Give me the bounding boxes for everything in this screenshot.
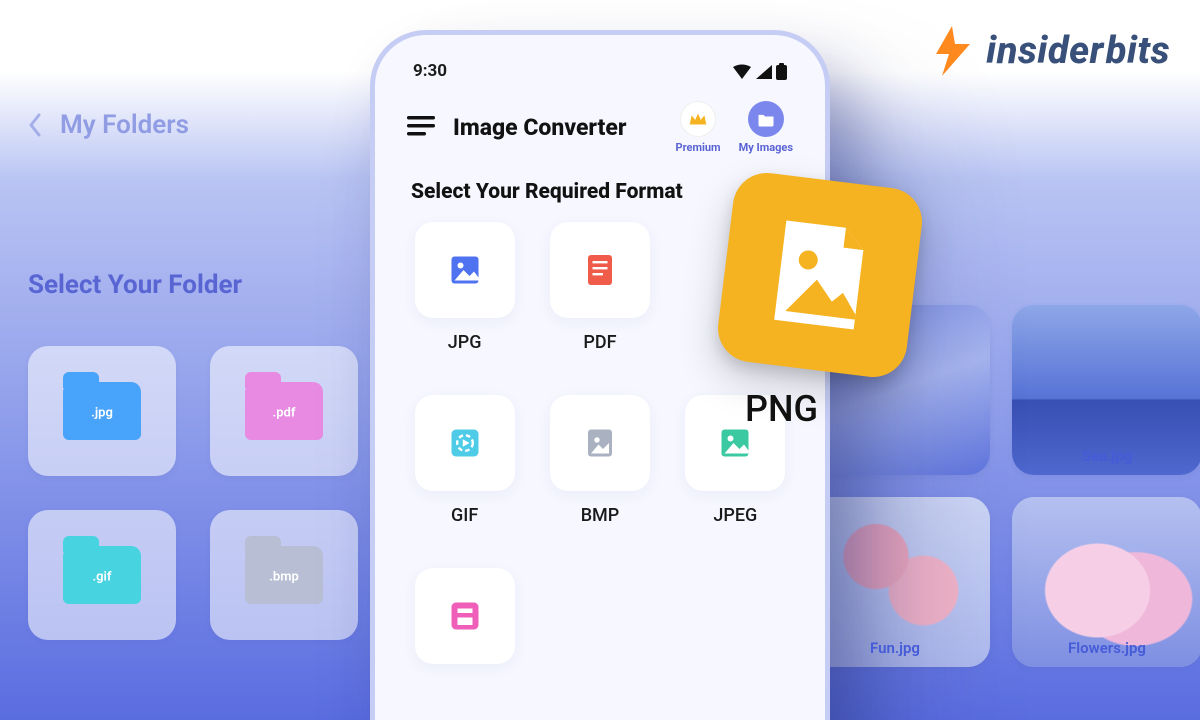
folder-grid: .jpg .pdf .gif .bmp [28, 346, 388, 640]
app-title: Image Converter [453, 114, 626, 141]
app-header: Image Converter Premium My Images [383, 87, 817, 158]
cellular-icon [755, 64, 773, 80]
format-gif[interactable]: GIF [407, 395, 522, 526]
crown-icon [680, 101, 716, 137]
my-images-button[interactable]: My Images [739, 101, 793, 154]
bolt-icon [922, 24, 982, 78]
format-label: PDF [583, 332, 616, 353]
image-caption: Sea.jpg [1076, 445, 1138, 467]
back-row[interactable]: My Folders [28, 110, 388, 140]
back-label: My Folders [60, 110, 189, 140]
image-jpg-icon [447, 252, 483, 288]
status-bar: 9:30 [383, 43, 817, 87]
document-pdf-icon [582, 252, 618, 288]
folder-icon: .bmp [245, 546, 323, 604]
my-images-label: My Images [739, 141, 793, 154]
image-jpeg-icon [717, 425, 753, 461]
menu-button[interactable] [407, 115, 435, 141]
folder-card[interactable]: .pdf [210, 346, 358, 476]
premium-label: Premium [675, 141, 720, 154]
folder-card[interactable]: .jpg [28, 346, 176, 476]
wifi-icon [732, 64, 752, 80]
image-webp-icon [447, 598, 483, 634]
format-pdf[interactable]: PDF [542, 222, 657, 353]
folder-card[interactable]: .bmp [210, 510, 358, 640]
hamburger-icon [407, 115, 435, 137]
format-png-tile[interactable] [714, 169, 926, 381]
format-png-label: PNG [745, 388, 818, 430]
play-gif-icon [447, 425, 483, 461]
image-caption: Flowers.jpg [1062, 637, 1152, 659]
battery-icon [776, 63, 787, 80]
brand-text-suffix: bits [1106, 29, 1170, 73]
format-jpg[interactable]: JPG [407, 222, 522, 353]
format-bmp[interactable]: BMP [542, 395, 657, 526]
folder-icon [748, 101, 784, 137]
image-card[interactable]: Flowers.jpg [1012, 497, 1200, 667]
folder-card[interactable]: .gif [28, 510, 176, 640]
status-time: 9:30 [413, 61, 447, 81]
folder-ext: .jpg [91, 406, 113, 421]
image-card[interactable]: Sea.jpg [1012, 305, 1200, 475]
folder-icon: .gif [63, 546, 141, 604]
chevron-left-icon [28, 113, 42, 137]
folder-ext: .gif [92, 570, 111, 585]
folder-ext: .bmp [269, 570, 299, 585]
bg-left-panel: My Folders Select Your Folder .jpg .pdf … [28, 110, 388, 640]
folder-icon: .pdf [245, 382, 323, 440]
image-bmp-icon [582, 425, 618, 461]
image-caption: Fun.jpg [864, 637, 926, 659]
format-label: JPEG [713, 505, 757, 526]
premium-button[interactable]: Premium [675, 101, 720, 154]
format-label: GIF [451, 505, 478, 526]
image-png-icon [753, 208, 887, 342]
watermark-logo: insiderbits [922, 24, 1170, 78]
folder-ext: .pdf [273, 406, 296, 421]
select-folder-title: Select Your Folder [28, 270, 388, 300]
phone-mockup: 9:30 Image Converter Premium [370, 30, 830, 720]
image-caption [889, 459, 901, 463]
format-webp[interactable] [407, 568, 522, 678]
folder-icon: .jpg [63, 382, 141, 440]
format-label: BMP [581, 505, 620, 526]
format-label: JPG [448, 332, 482, 353]
brand-text-prefix: insider [986, 29, 1104, 73]
